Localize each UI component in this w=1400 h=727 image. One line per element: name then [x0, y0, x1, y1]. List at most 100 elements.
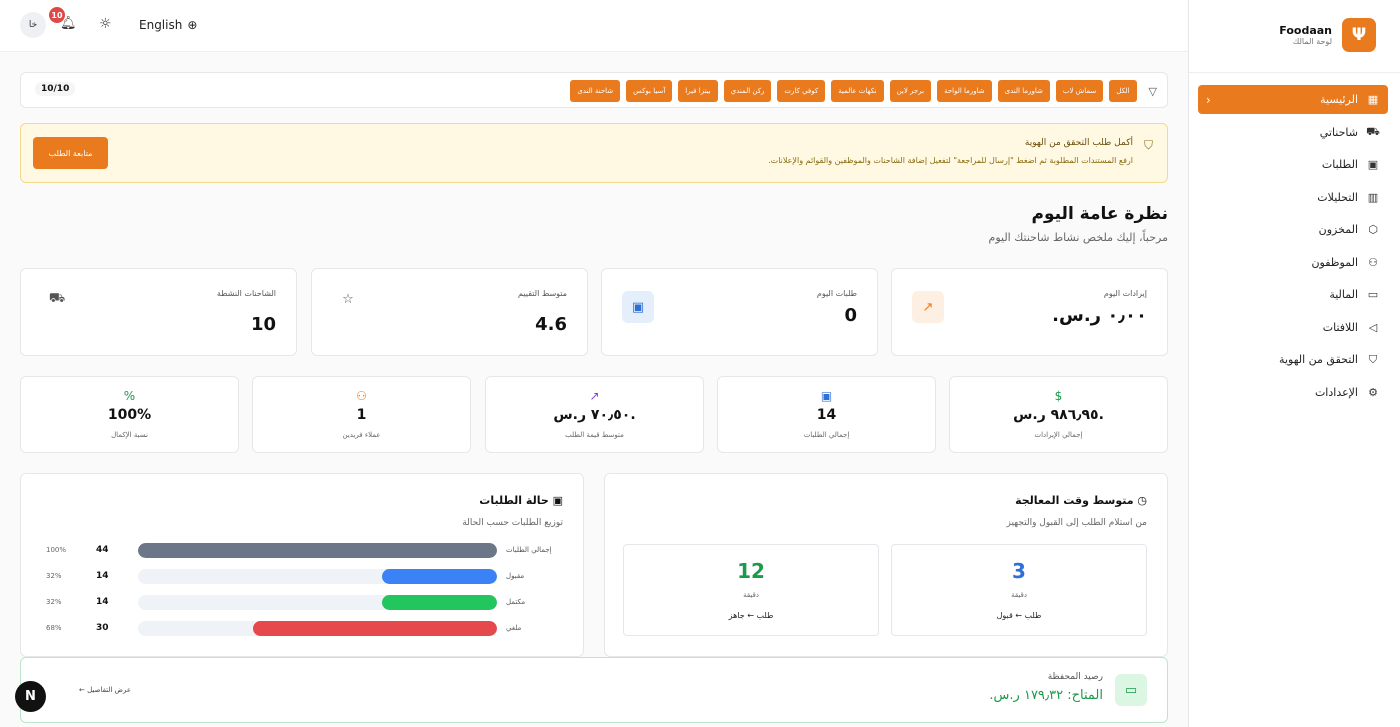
- filter-chip[interactable]: ركن المندي: [723, 80, 772, 102]
- sidebar-item-label: التحليلات: [1317, 190, 1358, 204]
- truck-filter-bar: 10/10 ▽ الكل سماش لاب شاورما الندى شاورم…: [20, 72, 1168, 108]
- truck-icon: ⛟: [48, 290, 66, 306]
- order-status-bar-fill: [382, 595, 497, 610]
- verification-banner: متابعة الطلب ⛉ أكمل طلب التحقق من الهوية…: [20, 123, 1168, 183]
- sidebar-item-label: شاحناتي: [1319, 125, 1358, 139]
- kpi-card-active-trucks: الشاحنات النشطة 10 ⛟: [20, 268, 297, 356]
- order-status-percent: 100%: [46, 546, 67, 554]
- stat-label: متوسط قيمة الطلب: [565, 431, 624, 439]
- stat-value: 100%: [107, 407, 152, 423]
- globe-icon: ⊕: [187, 18, 198, 32]
- stat-label: إجمالي الطلبات: [803, 431, 850, 439]
- sidebar-item-orders[interactable]: ▣ الطلبات: [1198, 149, 1388, 182]
- kpi-value: 4.6: [535, 314, 567, 335]
- stat-value: 14: [816, 407, 837, 423]
- bag-icon: ▣: [622, 291, 654, 323]
- app-root: Ψ Foodaan لوحة المالك ▦ الرئيسية ‹ ⛟ شاح…: [0, 0, 1400, 727]
- users-icon: ⚇: [1368, 255, 1378, 269]
- processing-value: 12: [737, 559, 765, 583]
- sidebar-item-label: المالية: [1329, 288, 1358, 302]
- topbar: خا 🔔︎ 10 ☼ English ⊕: [0, 0, 1188, 52]
- filter-chip[interactable]: كوفي كارت: [777, 80, 826, 102]
- stat-value: ٩٨٦٫٩٥ ر.س.: [1013, 407, 1104, 423]
- processing-label: طلب ← جاهز: [728, 611, 774, 620]
- next-dev-indicator-button[interactable]: N: [15, 681, 46, 712]
- order-status-bar-fill: [138, 543, 497, 558]
- stat-card-completion-rate: % 100% نسبة الإكمال: [20, 376, 239, 453]
- brand[interactable]: Ψ Foodaan لوحة المالك: [1279, 18, 1376, 52]
- brand-name: Foodaan: [1279, 24, 1332, 37]
- users-icon: ⚇: [356, 389, 367, 403]
- wallet-card: ▭ رصيد المحفظة المتاح: ١٧٩٫٣٢ ر.س. عرض ا…: [20, 657, 1168, 723]
- order-status-label: إجمالي الطلبات: [506, 546, 552, 554]
- filter-chip[interactable]: شاورما الندى: [997, 80, 1050, 102]
- stat-card-avg-order-value: ↗ ٧٠٫٥٠ ر.س. متوسط قيمة الطلب: [485, 376, 704, 453]
- order-status-count: 14: [96, 597, 109, 607]
- order-status-count: 44: [96, 545, 109, 555]
- fork-knife-icon: Ψ: [1342, 18, 1376, 52]
- order-status-label: مكتمل: [506, 598, 526, 606]
- order-status-percent: 32%: [46, 598, 62, 606]
- sidebar-item-inventory[interactable]: ⬡ المخزون: [1198, 214, 1388, 247]
- percent-icon: %: [123, 389, 136, 403]
- filter-chip[interactable]: نكهات عالمية: [831, 80, 884, 102]
- kpi-value: ٠٫٠٠ ر.س.: [1052, 305, 1147, 326]
- order-status-bar-fill: [252, 621, 497, 636]
- filter-chip[interactable]: شاورما الواحة: [937, 80, 992, 102]
- sidebar-item-settings[interactable]: ⚙ الإعدادات: [1198, 376, 1388, 409]
- processing-unit: دقيقة: [743, 591, 759, 599]
- sidebar-item-home[interactable]: ▦ الرئيسية ‹: [1198, 85, 1388, 114]
- stat-card-unique-customers: ⚇ 1 عملاء فريدين: [252, 376, 471, 453]
- notification-badge: 10: [49, 7, 65, 23]
- language-switcher[interactable]: English ⊕: [139, 18, 197, 32]
- filter-chip[interactable]: سماش لاب: [1055, 80, 1104, 102]
- order-status-bar-track: [138, 621, 497, 636]
- chip-row: ▽ الكل سماش لاب شاورما الندى شاورما الوا…: [570, 80, 1157, 102]
- box-icon: ⬡: [1368, 223, 1378, 237]
- sidebar-item-finance[interactable]: ▭ المالية: [1198, 279, 1388, 312]
- kpi-value: 0: [844, 305, 857, 326]
- filter-chip[interactable]: الكل: [1109, 80, 1137, 102]
- processing-box-ready: 12 دقيقة طلب ← جاهز: [623, 544, 879, 636]
- order-status-label: مقبول: [506, 572, 525, 580]
- order-status-label: ملغي: [506, 624, 522, 632]
- order-status-bar-fill: [382, 569, 497, 584]
- sidebar-item-trucks[interactable]: ⛟ شاحناتي: [1198, 116, 1388, 149]
- order-status-subtitle: توزيع الطلبات حسب الحالة: [462, 518, 563, 528]
- sidebar-item-verification[interactable]: ⛉ التحقق من الهوية: [1198, 344, 1388, 377]
- stat-value: ٧٠٫٥٠ ر.س.: [553, 407, 636, 423]
- sidebar-item-analytics[interactable]: ▥ التحليلات: [1198, 181, 1388, 214]
- order-status-bar-track: [138, 543, 497, 558]
- filter-chip[interactable]: آسيا بوكس: [626, 80, 673, 102]
- dollar-icon: $: [1054, 389, 1063, 403]
- chevron-left-icon: ‹: [1206, 92, 1211, 107]
- sidebar-item-banners[interactable]: ◁ اللافتات: [1198, 311, 1388, 344]
- order-status-card: ▣ حالة الطلبات توزيع الطلبات حسب الحالة …: [20, 473, 584, 657]
- filter-chip[interactable]: بيتزا فيرا: [678, 80, 718, 102]
- filter-icon[interactable]: ▽: [1149, 85, 1157, 98]
- kpi-label: إيرادات اليوم: [1103, 289, 1147, 298]
- sidebar-divider: [1189, 72, 1400, 73]
- bag-icon: ▣: [548, 494, 563, 507]
- page-subtitle: مرحباً، إليك ملخص نشاط شاحنتك اليوم: [988, 231, 1168, 244]
- filter-chip[interactable]: شاحنة الندى: [570, 80, 621, 102]
- continue-request-button[interactable]: متابعة الطلب: [33, 137, 108, 169]
- processing-value: 3: [1012, 559, 1026, 583]
- sidebar-item-label: الموظفون: [1311, 255, 1358, 269]
- view-details-link[interactable]: عرض التفاصيل ←: [79, 686, 131, 694]
- order-status-count: 14: [96, 571, 109, 581]
- avatar[interactable]: خا: [20, 12, 46, 38]
- sun-icon[interactable]: ☼: [99, 16, 112, 32]
- language-label: English: [139, 18, 183, 32]
- grid-icon: ▦: [1367, 93, 1379, 106]
- banner-text: ارفع المستندات المطلوبة ثم اضغط "إرسال ل…: [768, 156, 1133, 165]
- star-icon: ☆: [342, 291, 354, 307]
- truck-icon: ⛟: [1366, 124, 1380, 138]
- wallet-icon: ▭: [1367, 288, 1379, 302]
- bag-icon: ▣: [1367, 158, 1379, 172]
- sidebar-item-label: التحقق من الهوية: [1279, 353, 1358, 367]
- processing-box-accept: 3 دقيقة طلب ← قبول: [891, 544, 1147, 636]
- sidebar-item-staff[interactable]: ⚇ الموظفون: [1198, 246, 1388, 279]
- order-status-count: 30: [96, 623, 109, 633]
- filter-chip[interactable]: برجر لاين: [889, 80, 932, 102]
